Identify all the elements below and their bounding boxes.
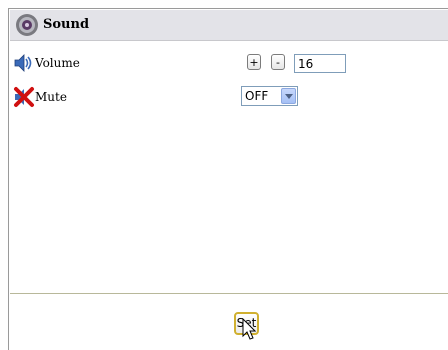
chevron-down-icon[interactable]	[281, 88, 296, 104]
volume-increase-button[interactable]: +	[247, 54, 261, 70]
volume-row: Volume + -	[10, 52, 448, 74]
volume-decrease-button[interactable]: -	[271, 54, 285, 70]
volume-label: Volume	[35, 56, 80, 70]
mute-label: Mute	[35, 90, 67, 104]
mute-row: Mute OFF	[10, 86, 448, 108]
mute-select-value: OFF	[245, 89, 269, 103]
panel-title: Sound	[43, 17, 90, 32]
volume-value-input[interactable]	[294, 54, 346, 73]
speaker-disc-icon	[16, 14, 38, 36]
mute-x-icon	[14, 87, 34, 107]
mute-select[interactable]: OFF	[241, 86, 298, 106]
sound-panel: Sound Volume + - Mute OFF Set	[8, 8, 448, 350]
footer-divider	[10, 293, 448, 294]
volume-speaker-icon	[14, 54, 32, 72]
panel-header: Sound	[10, 10, 448, 41]
mouse-cursor-icon	[242, 318, 256, 340]
